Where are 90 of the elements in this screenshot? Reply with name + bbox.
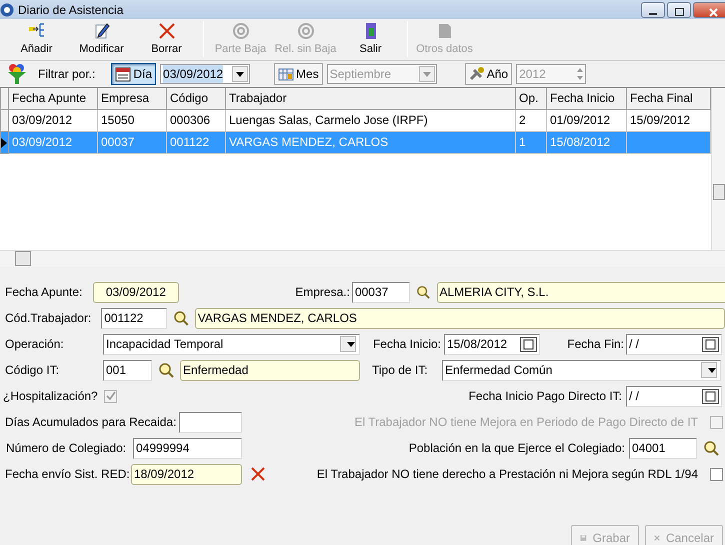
window-title: Diario de Asistencia [18,2,124,18]
tools-icon [468,66,485,82]
calendar-icon [278,66,294,82]
close-icon [708,8,718,17]
dropdown-field[interactable]: Incapacidad Temporal [103,334,360,354]
calendar-icon [115,66,132,82]
field-label: Número de Colegiado: [6,440,128,457]
field-label: Operación: [5,336,65,353]
field-label: Fecha Inicio: [372,336,441,353]
pencil-icon [92,22,110,40]
row-pointer-icon [1,138,7,148]
field-label: Población en la que Ejerce el Colegiado: [408,440,625,457]
table-cell: 000306 [166,109,226,131]
filter-mode-button[interactable]: Día [111,63,156,85]
search-icon[interactable] [173,310,189,326]
date-field[interactable]: 18/09/2012 [131,464,242,484]
clear-icon[interactable] [250,466,266,482]
table-cell: 15050 [98,109,166,131]
name-field[interactable]: ALMERIA CITY, S.L. [436,282,725,302]
column-header[interactable]: Empresa [98,88,166,109]
field-label: Fecha Apunte: [5,284,84,301]
column-header[interactable]: Fecha Final [626,88,710,109]
field-label: Tipo de IT: [372,362,429,379]
dropdown-field[interactable]: Enfermedad Común [442,360,721,380]
dropdown-arrow-icon [236,72,244,76]
checkbox-label: El Trabajador NO tiene derecho a Prestación ni Mejora según RDL 1/94 [316,466,698,483]
funnel-icon [6,63,28,85]
toolbar-button[interactable]: Modificar [69,21,134,59]
table-cell: VARGAS MENDEZ, CARLOS [226,131,516,153]
filter-label: Filtrar por.: [38,66,96,83]
table-cell: 15/08/2012 [546,131,626,153]
field-label: Fecha envío Sist. RED: [5,466,131,483]
column-header[interactable]: Op. [516,88,546,109]
name-field[interactable]: Enfermedad [180,360,360,380]
search-icon[interactable] [416,284,430,300]
search-icon[interactable] [158,362,174,378]
dropdown-arrow-icon [422,72,431,76]
search-icon[interactable] [703,440,719,456]
column-header[interactable]: Trabajador [226,88,516,109]
app-icon [0,2,14,16]
spin-down-icon [575,74,586,82]
column-header[interactable]: Fecha Apunte [8,88,98,109]
input-field[interactable]: 001 [103,360,152,380]
filter-mode-button[interactable]: Año [464,63,512,85]
spin-up-icon [575,66,586,74]
table-cell: 1 [516,131,546,153]
field-label: Días Acumulados para Recaida: [5,414,178,431]
close-button[interactable] [693,2,725,18]
table-cell: 03/09/2012 [8,109,98,131]
dropdown-arrow-icon [347,342,355,346]
toolbar-button[interactable]: Añadir [4,21,69,59]
horizontal-scrollbar[interactable] [0,250,725,267]
cross-icon [158,22,176,40]
checkbox[interactable] [710,468,723,480]
table-cell: 15/09/2012 [626,109,710,131]
maximize-icon [674,8,684,16]
table-cell: 03/09/2012 [8,131,98,153]
field-label: ¿Hospitalización? [3,388,99,405]
table-cell: 00037 [98,131,166,153]
table-cell: Luengas Salas, Carmelo Jose (IRPF) [226,109,516,131]
input-field[interactable]: 00037 [352,282,410,302]
table-cell: 01/09/2012 [546,109,626,131]
field-label: Fecha Fin: [566,336,624,353]
minimize-button[interactable] [641,2,665,18]
date-field[interactable]: / / [626,334,722,354]
date-field[interactable]: 03/09/2012 [92,282,180,302]
date-field[interactable]: / / [626,386,722,406]
vertical-scrollbar[interactable] [711,88,725,250]
input-field[interactable]: 04001 [629,438,697,458]
dropdown-field[interactable]: 03/09/2012 [160,64,250,84]
column-header[interactable]: Fecha Inicio [546,88,626,109]
toolbar-button[interactable]: Salir [338,21,403,59]
field-label: Empresa.: [294,284,350,301]
field-label: Cód.Trabajador: [5,310,92,327]
filter-mode-button[interactable]: Mes [274,63,323,85]
input-field[interactable]: 04999994 [133,438,242,458]
checkbox-label: El Trabajador NO tiene Mejora en Periodo de Pago Directo de IT [354,414,698,431]
dropdown-arrow-icon [708,368,716,372]
date-field[interactable]: 15/08/2012 [444,334,540,354]
input-field[interactable] [179,412,242,432]
input-field[interactable]: 001122 [101,308,168,328]
toolbar-button[interactable]: Borrar [134,21,199,59]
name-field[interactable]: VARGAS MENDEZ, CARLOS [194,308,725,328]
column-header[interactable]: Código [166,88,226,109]
table-cell: 2 [516,109,546,131]
field-label: Fecha Inicio Pago Directo IT: [468,388,622,405]
field-label: Código IT: [5,362,60,379]
maximize-button[interactable] [667,2,691,18]
table-cell: 001122 [166,131,226,153]
check-icon [106,391,116,401]
